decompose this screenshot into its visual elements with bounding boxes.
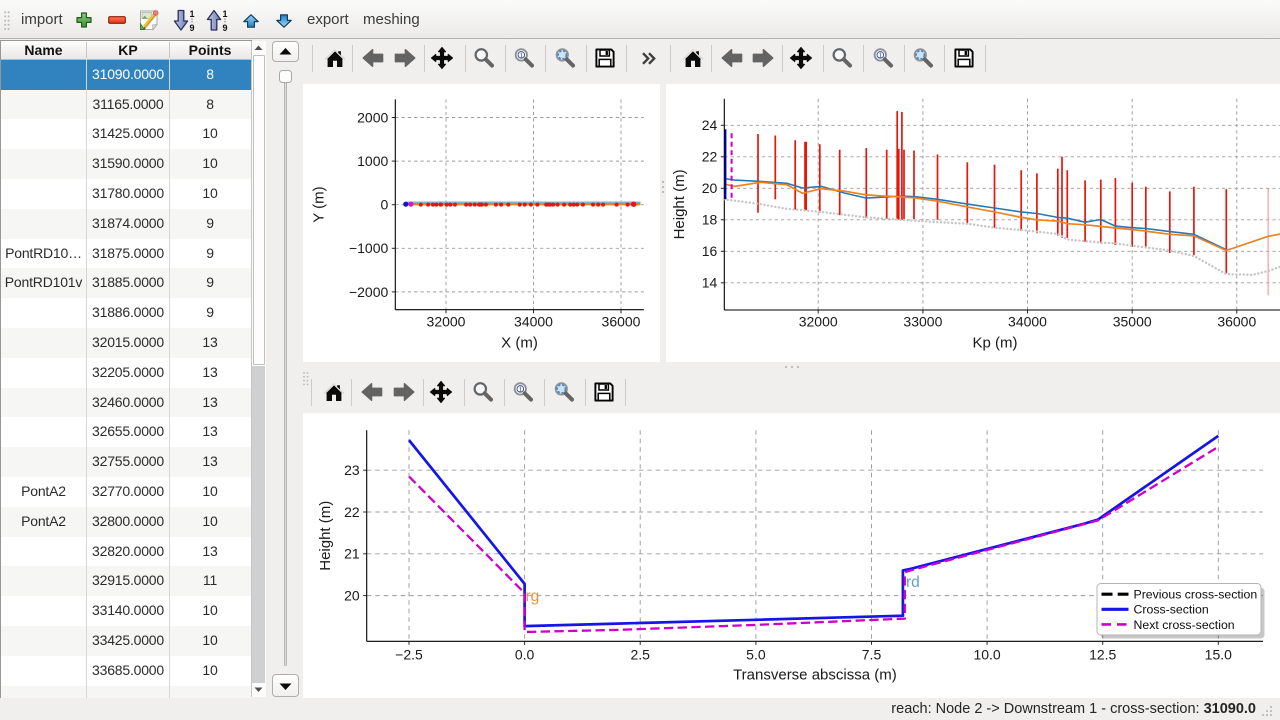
svg-text:14: 14 <box>702 275 718 291</box>
svg-text:32000: 32000 <box>427 314 466 330</box>
svg-text:9: 9 <box>189 23 194 32</box>
svg-text:24: 24 <box>702 117 718 133</box>
svg-text:36000: 36000 <box>1217 314 1256 330</box>
svg-text:21: 21 <box>344 546 360 562</box>
svg-text:32000: 32000 <box>799 314 838 330</box>
svg-text:1: 1 <box>189 9 194 19</box>
svg-text:rd: rd <box>906 574 920 591</box>
svg-text:34000: 34000 <box>514 314 553 330</box>
svg-text:36000: 36000 <box>602 314 641 330</box>
svg-text:16: 16 <box>702 243 718 259</box>
svg-text:0: 0 <box>381 197 389 213</box>
svg-text:Previous cross-section: Previous cross-section <box>1134 588 1258 602</box>
svg-text:35000: 35000 <box>1113 314 1152 330</box>
svg-text:7.5: 7.5 <box>862 647 882 663</box>
svg-text:1: 1 <box>878 51 882 60</box>
svg-text:Transverse abscissa (m): Transverse abscissa (m) <box>733 667 897 684</box>
svg-text:1: 1 <box>519 51 523 60</box>
svg-text:15.0: 15.0 <box>1205 647 1232 663</box>
svg-text:0.0: 0.0 <box>515 647 535 663</box>
svg-text:12.5: 12.5 <box>1089 647 1116 663</box>
svg-text:9: 9 <box>222 23 227 32</box>
svg-text:Cross-section: Cross-section <box>1134 603 1209 617</box>
svg-text:−2.5: −2.5 <box>395 647 423 663</box>
svg-text:1: 1 <box>222 9 227 19</box>
svg-text:−2000: −2000 <box>349 284 389 300</box>
svg-text:23: 23 <box>344 462 360 478</box>
svg-text:Y (m): Y (m) <box>311 186 328 222</box>
svg-text:5.0: 5.0 <box>746 647 766 663</box>
svg-text:33000: 33000 <box>903 314 942 330</box>
svg-text:18: 18 <box>702 212 718 228</box>
svg-text:2000: 2000 <box>357 109 388 125</box>
svg-text:20: 20 <box>344 588 360 604</box>
svg-text:Height (m): Height (m) <box>317 501 334 571</box>
svg-text:34000: 34000 <box>1008 314 1047 330</box>
svg-text:X (m): X (m) <box>501 335 538 352</box>
svg-text:Next cross-section: Next cross-section <box>1134 618 1235 632</box>
svg-text:20: 20 <box>702 180 718 196</box>
svg-text:−1000: −1000 <box>349 240 389 256</box>
svg-text:rg: rg <box>526 588 540 605</box>
svg-text:Kp (m): Kp (m) <box>973 335 1018 352</box>
svg-text:22: 22 <box>702 149 718 165</box>
svg-text:1000: 1000 <box>357 153 388 169</box>
svg-text:1: 1 <box>518 385 522 394</box>
svg-text:2.5: 2.5 <box>630 647 650 663</box>
svg-text:22: 22 <box>344 504 360 520</box>
svg-text:Height (m): Height (m) <box>671 169 688 239</box>
svg-text:10.0: 10.0 <box>973 647 1000 663</box>
